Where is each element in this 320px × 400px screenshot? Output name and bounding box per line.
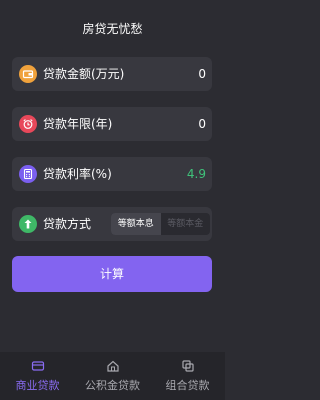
- loan-method-row: 贷款方式 等额本息 等额本金: [12, 207, 212, 241]
- loan-rate-input[interactable]: 4.9: [187, 157, 206, 191]
- tab-commercial-loan[interactable]: 商业贷款: [0, 352, 75, 400]
- card-icon: [31, 358, 45, 372]
- tab-combined-loan[interactable]: 组合贷款: [150, 352, 225, 400]
- tab-label: 商业贷款: [15, 379, 60, 392]
- page-title: 房贷无忧愁: [82, 22, 143, 36]
- loan-amount-row[interactable]: 贷款金额(万元) 0: [12, 57, 212, 91]
- loan-years-row[interactable]: 贷款年限(年) 0: [12, 107, 212, 141]
- loan-years-input[interactable]: 0: [198, 107, 206, 141]
- loan-method-label: 贷款方式: [43, 217, 92, 231]
- loan-amount-input[interactable]: 0: [198, 57, 206, 91]
- combine-icon: [181, 358, 195, 372]
- alarm-clock-icon: [19, 115, 37, 133]
- loan-method-toggle[interactable]: 等额本息 等额本金: [111, 213, 210, 235]
- method-option-equal-principal[interactable]: 等额本金: [161, 213, 211, 235]
- loan-rate-row[interactable]: 贷款利率(%) 4.9: [12, 157, 212, 191]
- calculate-button[interactable]: 计算: [12, 256, 212, 292]
- bottom-tab-bar: 商业贷款 公积金贷款 组合贷款: [0, 352, 225, 400]
- tab-label: 公积金贷款: [85, 379, 140, 392]
- tab-provident-fund-loan[interactable]: 公积金贷款: [75, 352, 150, 400]
- method-icon: [19, 215, 37, 233]
- house-icon: [106, 358, 120, 372]
- loan-amount-label: 贷款金额(万元): [43, 67, 125, 81]
- method-option-equal-installment[interactable]: 等额本息: [111, 213, 161, 235]
- loan-years-label: 贷款年限(年): [43, 117, 113, 131]
- loan-rate-label: 贷款利率(%): [43, 167, 112, 181]
- calculator-icon: [19, 165, 37, 183]
- wallet-icon: [19, 65, 37, 83]
- tab-label: 组合贷款: [165, 379, 210, 392]
